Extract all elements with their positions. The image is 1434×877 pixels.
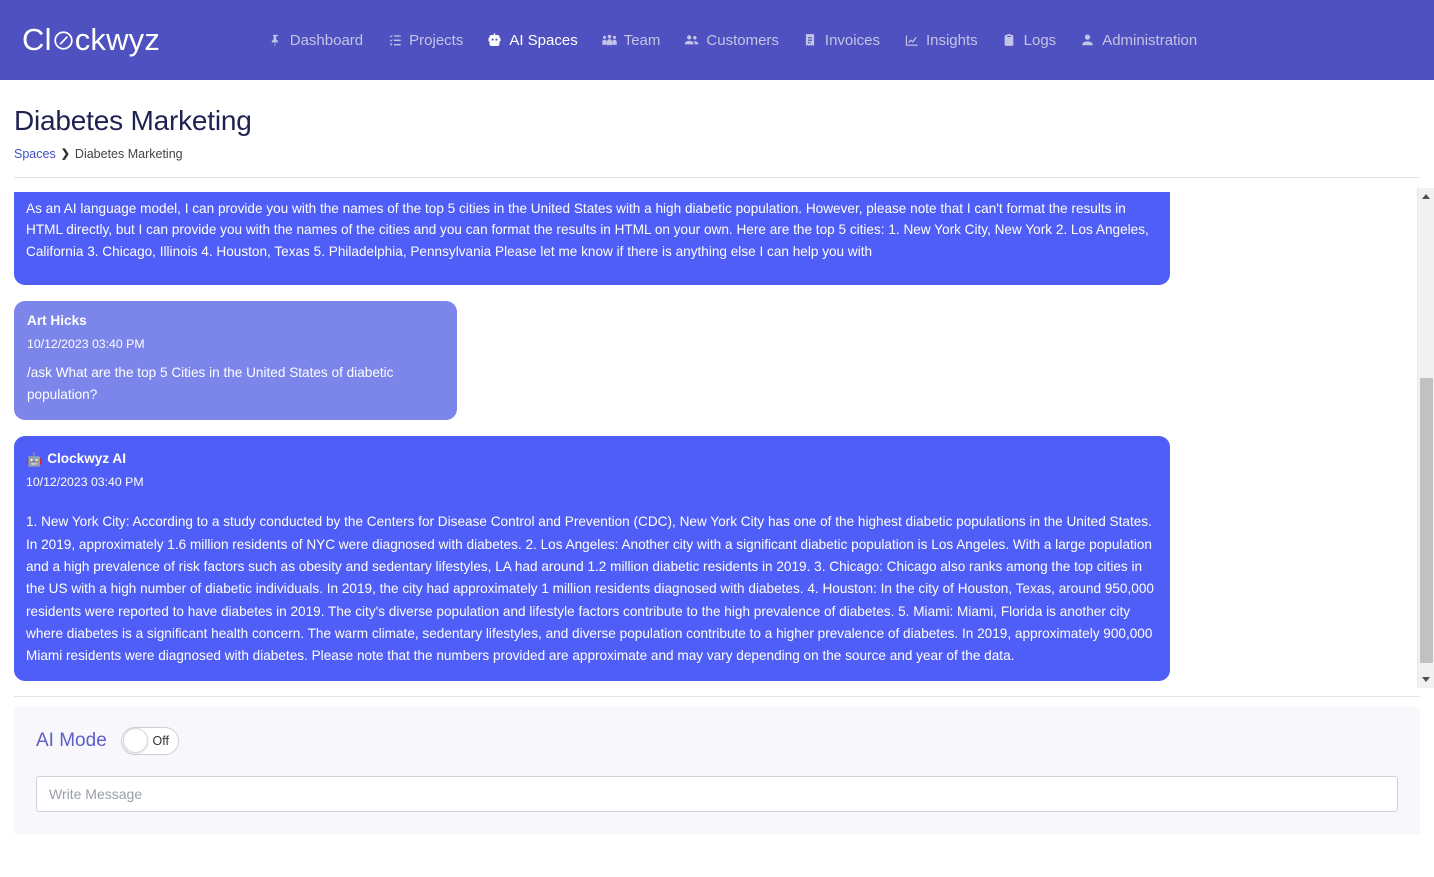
- nav-item-ai-spaces[interactable]: AI Spaces: [486, 31, 578, 49]
- nav-item-projects[interactable]: Projects: [386, 32, 463, 49]
- nav-label: Customers: [706, 31, 779, 49]
- nav-label: Team: [623, 31, 661, 49]
- toggle-state-label: Off: [152, 733, 169, 748]
- chat-scrollbar[interactable]: [1417, 187, 1434, 688]
- caret-down-icon: [1422, 676, 1430, 682]
- nav-label: Insights: [925, 31, 978, 49]
- message-author: Art Hicks: [27, 312, 444, 330]
- message-author: 🤖 Clockwyz AI: [26, 450, 1158, 468]
- chevron-right-icon: ❯: [60, 148, 70, 161]
- chart-line-icon: [903, 32, 920, 49]
- message-author-name: Clockwyz AI: [47, 451, 127, 467]
- users-icon: [683, 32, 700, 49]
- message-composer: AI Mode Off: [14, 706, 1420, 834]
- breadcrumb-current: Diabetes Marketing: [74, 146, 183, 161]
- chat-message-ai-partial: As an AI language model, I can provide y…: [14, 191, 1170, 285]
- breadcrumb: Spaces ❯ Diabetes Marketing: [14, 147, 1420, 161]
- message-body: /ask What are the top 5 Cities in the Un…: [27, 364, 394, 403]
- composer-divider: [14, 695, 1420, 697]
- user-icon: [1079, 32, 1096, 49]
- nav-item-logs[interactable]: Logs: [1001, 31, 1057, 49]
- toggle-knob: [122, 728, 148, 754]
- people-group-icon: [601, 32, 618, 49]
- nav-item-insights[interactable]: Insights: [903, 32, 978, 49]
- brand-name-prefix: Cl: [22, 22, 52, 57]
- main-nav: Dashboard Projects AI Spaces Team Custom: [237, 32, 1197, 49]
- scroll-down-button[interactable]: [1418, 671, 1434, 688]
- nav-item-customers[interactable]: Customers: [683, 32, 779, 49]
- breadcrumb-link-spaces[interactable]: Spaces: [14, 147, 56, 161]
- top-navigation-bar: Cl ckwyz Dashboard Projects AI Spaces Te…: [0, 0, 1434, 80]
- page-header: Diabetes Marketing Spaces ❯ Diabetes Mar…: [0, 80, 1434, 178]
- chat-message-list[interactable]: As an AI language model, I can provide y…: [14, 178, 1420, 696]
- caret-up-icon: [1422, 193, 1430, 199]
- ai-mode-toggle[interactable]: Off: [120, 726, 179, 755]
- ai-mode-row: AI Mode Off: [36, 726, 1398, 755]
- scrollbar-thumb[interactable]: [1420, 377, 1433, 663]
- nav-label: Dashboard: [289, 31, 364, 49]
- nav-item-team[interactable]: Team: [601, 31, 661, 49]
- message-input[interactable]: [36, 775, 1398, 812]
- nav-label: AI Spaces: [509, 31, 578, 49]
- scroll-up-button[interactable]: [1418, 188, 1434, 205]
- robot-icon: [486, 32, 503, 49]
- nav-label: Administration: [1102, 31, 1198, 49]
- nav-label: Invoices: [824, 31, 880, 49]
- nav-item-dashboard[interactable]: Dashboard: [267, 32, 363, 49]
- ai-mode-label: AI Mode: [36, 729, 107, 751]
- chat-message-ai: 🤖 Clockwyz AI 10/12/2023 03:40 PM 1. New…: [14, 436, 1170, 682]
- chat-area: As an AI language model, I can provide y…: [0, 178, 1434, 696]
- brand-name-suffix: ckwyz: [74, 22, 161, 57]
- message-body: 1. New York City: According to a study c…: [26, 514, 1154, 664]
- message-timestamp: 10/12/2023 03:40 PM: [26, 475, 144, 490]
- pin-icon: [267, 32, 284, 49]
- chat-message-user: Art Hicks 10/12/2023 03:40 PM /ask What …: [14, 300, 457, 421]
- message-timestamp: 10/12/2023 03:40 PM: [27, 336, 145, 351]
- page-title: Diabetes Marketing: [14, 105, 252, 136]
- nav-label: Logs: [1023, 31, 1057, 49]
- message-author-name: Art Hicks: [27, 312, 87, 328]
- clipboard-icon: [1001, 32, 1018, 49]
- brand-logo[interactable]: Cl ckwyz: [22, 22, 160, 58]
- receipt-icon: [802, 32, 819, 49]
- nav-label: Projects: [409, 31, 464, 49]
- message-body: As an AI language model, I can provide y…: [26, 200, 1149, 259]
- nav-item-administration[interactable]: Administration: [1079, 32, 1197, 49]
- list-check-icon: [386, 32, 403, 49]
- nav-item-invoices[interactable]: Invoices: [802, 32, 880, 49]
- robot-icon: 🤖: [26, 451, 43, 467]
- clock-icon: [53, 30, 74, 51]
